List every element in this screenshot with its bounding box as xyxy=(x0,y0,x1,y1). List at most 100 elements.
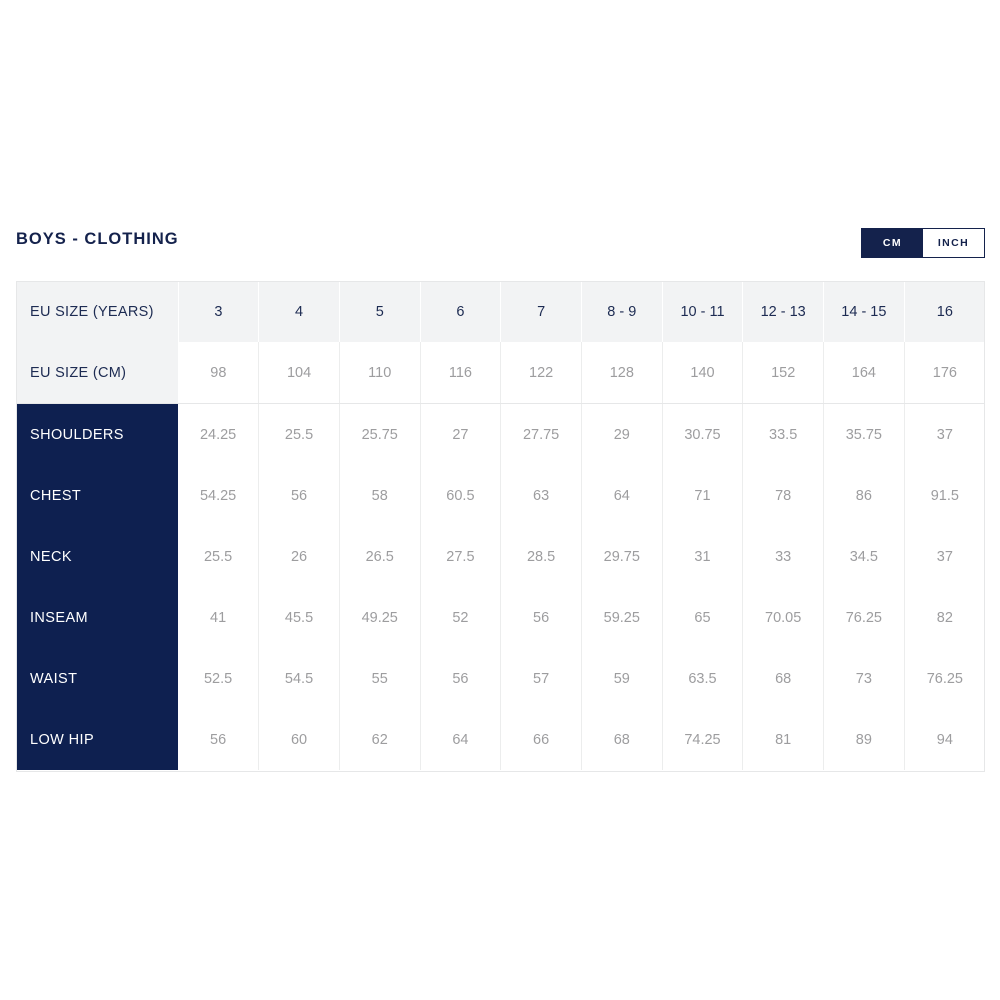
cell-eu-cm: 110 xyxy=(339,342,421,404)
cell-waist: 56 xyxy=(420,648,502,709)
cell-low-hip: 60 xyxy=(258,709,340,770)
table-row-inseam: INSEAM 41 45.5 49.25 52 56 59.25 65 70.0… xyxy=(16,587,985,648)
cell-neck: 29.75 xyxy=(581,526,663,587)
row-header-inseam: INSEAM xyxy=(16,587,179,648)
cell-chest: 56 xyxy=(258,465,340,526)
cell-chest: 78 xyxy=(742,465,825,526)
chart-header: BOYS - CLOTHING CM INCH xyxy=(16,222,985,266)
cell-neck: 33 xyxy=(742,526,825,587)
cell-eu-years: 12 - 13 xyxy=(742,281,825,342)
row-header-eu-size-cm: EU SIZE (CM) xyxy=(16,342,179,404)
page-title: BOYS - CLOTHING xyxy=(16,230,179,248)
cell-eu-years: 7 xyxy=(500,281,582,342)
cell-eu-cm: 164 xyxy=(823,342,905,404)
cell-eu-cm: 128 xyxy=(581,342,663,404)
cell-waist: 68 xyxy=(742,648,825,709)
cell-inseam: 49.25 xyxy=(339,587,421,648)
size-chart-table: EU SIZE (YEARS) 3 4 5 6 7 8 - 9 10 - 11 … xyxy=(16,281,985,770)
cell-waist: 59 xyxy=(581,648,663,709)
cell-chest: 64 xyxy=(581,465,663,526)
cell-eu-years: 5 xyxy=(339,281,421,342)
unit-toggle-cm-button[interactable]: CM xyxy=(862,229,923,257)
cell-eu-years: 3 xyxy=(178,281,260,342)
table-row-shoulders: SHOULDERS 24.25 25.5 25.75 27 27.75 29 3… xyxy=(16,403,985,465)
cell-eu-cm: 116 xyxy=(420,342,502,404)
cell-eu-years: 8 - 9 xyxy=(581,281,663,342)
cell-waist: 55 xyxy=(339,648,421,709)
cell-waist: 54.5 xyxy=(258,648,340,709)
cell-shoulders: 29 xyxy=(581,403,663,465)
cell-inseam: 52 xyxy=(420,587,502,648)
row-header-neck: NECK xyxy=(16,526,179,587)
cell-inseam: 82 xyxy=(904,587,985,648)
cell-waist: 73 xyxy=(823,648,905,709)
cell-inseam: 41 xyxy=(178,587,260,648)
cell-eu-years: 4 xyxy=(258,281,340,342)
cell-waist: 52.5 xyxy=(178,648,260,709)
cell-inseam: 65 xyxy=(662,587,744,648)
cell-inseam: 70.05 xyxy=(742,587,825,648)
cell-low-hip: 89 xyxy=(823,709,905,770)
cell-shoulders: 30.75 xyxy=(662,403,744,465)
unit-toggle-inch-button[interactable]: INCH xyxy=(923,229,984,257)
cell-eu-years: 10 - 11 xyxy=(662,281,744,342)
cell-shoulders: 25.5 xyxy=(258,403,340,465)
cell-eu-cm: 104 xyxy=(258,342,340,404)
cell-neck: 26.5 xyxy=(339,526,421,587)
cell-neck: 25.5 xyxy=(178,526,260,587)
cell-inseam: 45.5 xyxy=(258,587,340,648)
cell-shoulders: 35.75 xyxy=(823,403,905,465)
cell-low-hip: 66 xyxy=(500,709,582,770)
table-row-waist: WAIST 52.5 54.5 55 56 57 59 63.5 68 73 7… xyxy=(16,648,985,709)
cell-neck: 34.5 xyxy=(823,526,905,587)
row-header-eu-size-years: EU SIZE (YEARS) xyxy=(16,281,179,342)
cell-eu-years: 14 - 15 xyxy=(823,281,905,342)
cell-neck: 31 xyxy=(662,526,744,587)
cell-neck: 27.5 xyxy=(420,526,502,587)
cell-neck: 28.5 xyxy=(500,526,582,587)
cell-low-hip: 62 xyxy=(339,709,421,770)
cell-shoulders: 27.75 xyxy=(500,403,582,465)
cell-neck: 37 xyxy=(904,526,985,587)
cell-chest: 58 xyxy=(339,465,421,526)
table-row-eu-size-years: EU SIZE (YEARS) 3 4 5 6 7 8 - 9 10 - 11 … xyxy=(16,281,985,342)
cell-chest: 60.5 xyxy=(420,465,502,526)
cell-waist: 63.5 xyxy=(662,648,744,709)
cell-chest: 91.5 xyxy=(904,465,985,526)
size-chart-page: BOYS - CLOTHING CM INCH EU SIZE (YEARS) … xyxy=(0,0,1000,1000)
cell-shoulders: 25.75 xyxy=(339,403,421,465)
cell-low-hip: 74.25 xyxy=(662,709,744,770)
cell-chest: 54.25 xyxy=(178,465,260,526)
cell-shoulders: 27 xyxy=(420,403,502,465)
cell-inseam: 56 xyxy=(500,587,582,648)
cell-eu-cm: 98 xyxy=(178,342,260,404)
cell-waist: 76.25 xyxy=(904,648,985,709)
cell-low-hip: 81 xyxy=(742,709,825,770)
unit-toggle[interactable]: CM INCH xyxy=(861,228,985,258)
cell-chest: 86 xyxy=(823,465,905,526)
table-row-neck: NECK 25.5 26 26.5 27.5 28.5 29.75 31 33 … xyxy=(16,526,985,587)
cell-inseam: 59.25 xyxy=(581,587,663,648)
table-row-eu-size-cm: EU SIZE (CM) 98 104 110 116 122 128 140 … xyxy=(16,342,985,404)
cell-waist: 57 xyxy=(500,648,582,709)
cell-eu-cm: 176 xyxy=(904,342,985,404)
row-header-shoulders: SHOULDERS xyxy=(16,403,179,465)
cell-chest: 71 xyxy=(662,465,744,526)
cell-shoulders: 24.25 xyxy=(178,403,260,465)
table-row-low-hip: LOW HIP 56 60 62 64 66 68 74.25 81 89 94 xyxy=(16,709,985,770)
cell-low-hip: 94 xyxy=(904,709,985,770)
cell-low-hip: 68 xyxy=(581,709,663,770)
cell-low-hip: 64 xyxy=(420,709,502,770)
cell-eu-cm: 140 xyxy=(662,342,744,404)
cell-eu-years: 6 xyxy=(420,281,502,342)
row-header-low-hip: LOW HIP xyxy=(16,709,179,770)
cell-shoulders: 33.5 xyxy=(742,403,825,465)
row-header-chest: CHEST xyxy=(16,465,179,526)
cell-eu-years: 16 xyxy=(904,281,985,342)
cell-chest: 63 xyxy=(500,465,582,526)
table-row-chest: CHEST 54.25 56 58 60.5 63 64 71 78 86 91… xyxy=(16,465,985,526)
cell-neck: 26 xyxy=(258,526,340,587)
cell-eu-cm: 122 xyxy=(500,342,582,404)
cell-inseam: 76.25 xyxy=(823,587,905,648)
cell-low-hip: 56 xyxy=(178,709,260,770)
